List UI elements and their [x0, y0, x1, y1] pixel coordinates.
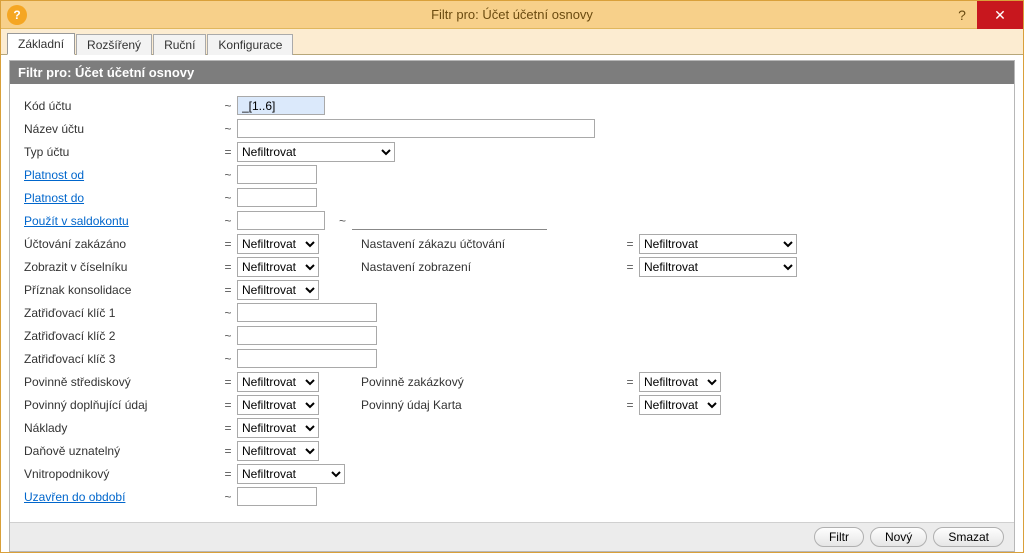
- label-priznak-konsolidace: Příznak konsolidace: [24, 283, 219, 297]
- help-button[interactable]: ?: [947, 1, 977, 29]
- label-nastaveni-zobrazeni: Nastavení zobrazení: [361, 260, 621, 274]
- new-button[interactable]: Nový: [870, 527, 927, 547]
- select-nastaveni-zakazu[interactable]: Nefiltrovat: [639, 234, 797, 254]
- label-kod-uctu: Kód účtu: [24, 99, 219, 113]
- select-zobrazit-ciselnik[interactable]: Nefiltrovat: [237, 257, 319, 277]
- input-uzavren-do[interactable]: [237, 487, 317, 506]
- select-nastaveni-zobrazeni[interactable]: Nefiltrovat: [639, 257, 797, 277]
- select-pov-dopln[interactable]: Nefiltrovat: [237, 395, 319, 415]
- label-vnitropodnik: Vnitropodnikový: [24, 467, 219, 481]
- label-nazev-uctu: Název účtu: [24, 122, 219, 136]
- label-pov-karta: Povinný údaj Karta: [361, 398, 621, 412]
- select-vnitropodnik[interactable]: Nefiltrovat: [237, 464, 345, 484]
- select-pov-karta[interactable]: Nefiltrovat: [639, 395, 721, 415]
- window-title: Filtr pro: Účet účetní osnovy: [1, 7, 1023, 22]
- tab-basic[interactable]: Základní: [7, 33, 75, 55]
- tab-manual[interactable]: Ruční: [153, 34, 206, 55]
- link-saldokonto[interactable]: Použít v saldokontu: [24, 214, 129, 228]
- filter-panel: Filtr pro: Účet účetní osnovy Kód účtu ~…: [9, 60, 1015, 552]
- label-zobrazit-ciselnik: Zobrazit v číselníku: [24, 260, 219, 274]
- tabstrip: Základní Rozšířený Ruční Konfigurace: [1, 29, 1023, 55]
- window-controls: ? ✕: [947, 1, 1023, 29]
- input-zatr3[interactable]: [237, 349, 377, 368]
- filter-button[interactable]: Filtr: [814, 527, 864, 547]
- label-uctovani-zakazano: Účtování zakázáno: [24, 237, 219, 251]
- label-naklady: Náklady: [24, 421, 219, 435]
- link-uzavren-do[interactable]: Uzavřen do období: [24, 490, 125, 504]
- select-priznak-konsolidace[interactable]: Nefiltrovat: [237, 280, 319, 300]
- input-kod-uctu[interactable]: [237, 96, 325, 115]
- link-platnost-od[interactable]: Platnost od: [24, 168, 84, 182]
- select-typ-uctu[interactable]: Nefiltrovat: [237, 142, 395, 162]
- input-platnost-od[interactable]: [237, 165, 317, 184]
- label-typ-uctu: Typ účtu: [24, 145, 219, 159]
- input-nazev-uctu[interactable]: [237, 119, 595, 138]
- select-naklady[interactable]: Nefiltrovat: [237, 418, 319, 438]
- label-zatr1: Zatřiďovací klíč 1: [24, 306, 219, 320]
- label-zatr2: Zatřiďovací klíč 2: [24, 329, 219, 343]
- tab-config[interactable]: Konfigurace: [207, 34, 293, 55]
- select-danove-uzn[interactable]: Nefiltrovat: [237, 441, 319, 461]
- label-nastaveni-zakazu: Nastavení zákazu účtování: [361, 237, 621, 251]
- label-zatr3: Zatřiďovací klíč 3: [24, 352, 219, 366]
- input-platnost-do[interactable]: [237, 188, 317, 207]
- link-platnost-do[interactable]: Platnost do: [24, 191, 84, 205]
- close-button[interactable]: ✕: [977, 1, 1023, 29]
- input-zatr2[interactable]: [237, 326, 377, 345]
- titlebar: ? Filtr pro: Účet účetní osnovy ? ✕: [1, 1, 1023, 29]
- select-uctovani-zakazano[interactable]: Nefiltrovat: [237, 234, 319, 254]
- label-pov-zakazkovy: Povinně zakázkový: [361, 375, 621, 389]
- footer: Filtr Nový Smazat: [10, 522, 1014, 551]
- label-pov-strediskovy: Povinně střediskový: [24, 375, 219, 389]
- filter-window: ? Filtr pro: Účet účetní osnovy ? ✕ Zákl…: [0, 0, 1024, 553]
- content: Filtr pro: Účet účetní osnovy Kód účtu ~…: [1, 55, 1023, 552]
- clear-button[interactable]: Smazat: [933, 527, 1004, 547]
- input-saldo-1[interactable]: [237, 211, 325, 230]
- panel-body: Kód účtu ~ Název účtu ~ Typ účtu: [10, 84, 1014, 522]
- label-pov-dopln: Povinný doplňující údaj: [24, 398, 219, 412]
- select-pov-strediskovy[interactable]: Nefiltrovat: [237, 372, 319, 392]
- input-saldo-2[interactable]: [352, 212, 547, 230]
- panel-title: Filtr pro: Účet účetní osnovy: [10, 61, 1014, 84]
- op-tilde: ~: [219, 99, 237, 113]
- select-pov-zakazkovy[interactable]: Nefiltrovat: [639, 372, 721, 392]
- label-danove-uzn: Daňově uznatelný: [24, 444, 219, 458]
- tab-extended[interactable]: Rozšířený: [76, 34, 152, 55]
- input-zatr1[interactable]: [237, 303, 377, 322]
